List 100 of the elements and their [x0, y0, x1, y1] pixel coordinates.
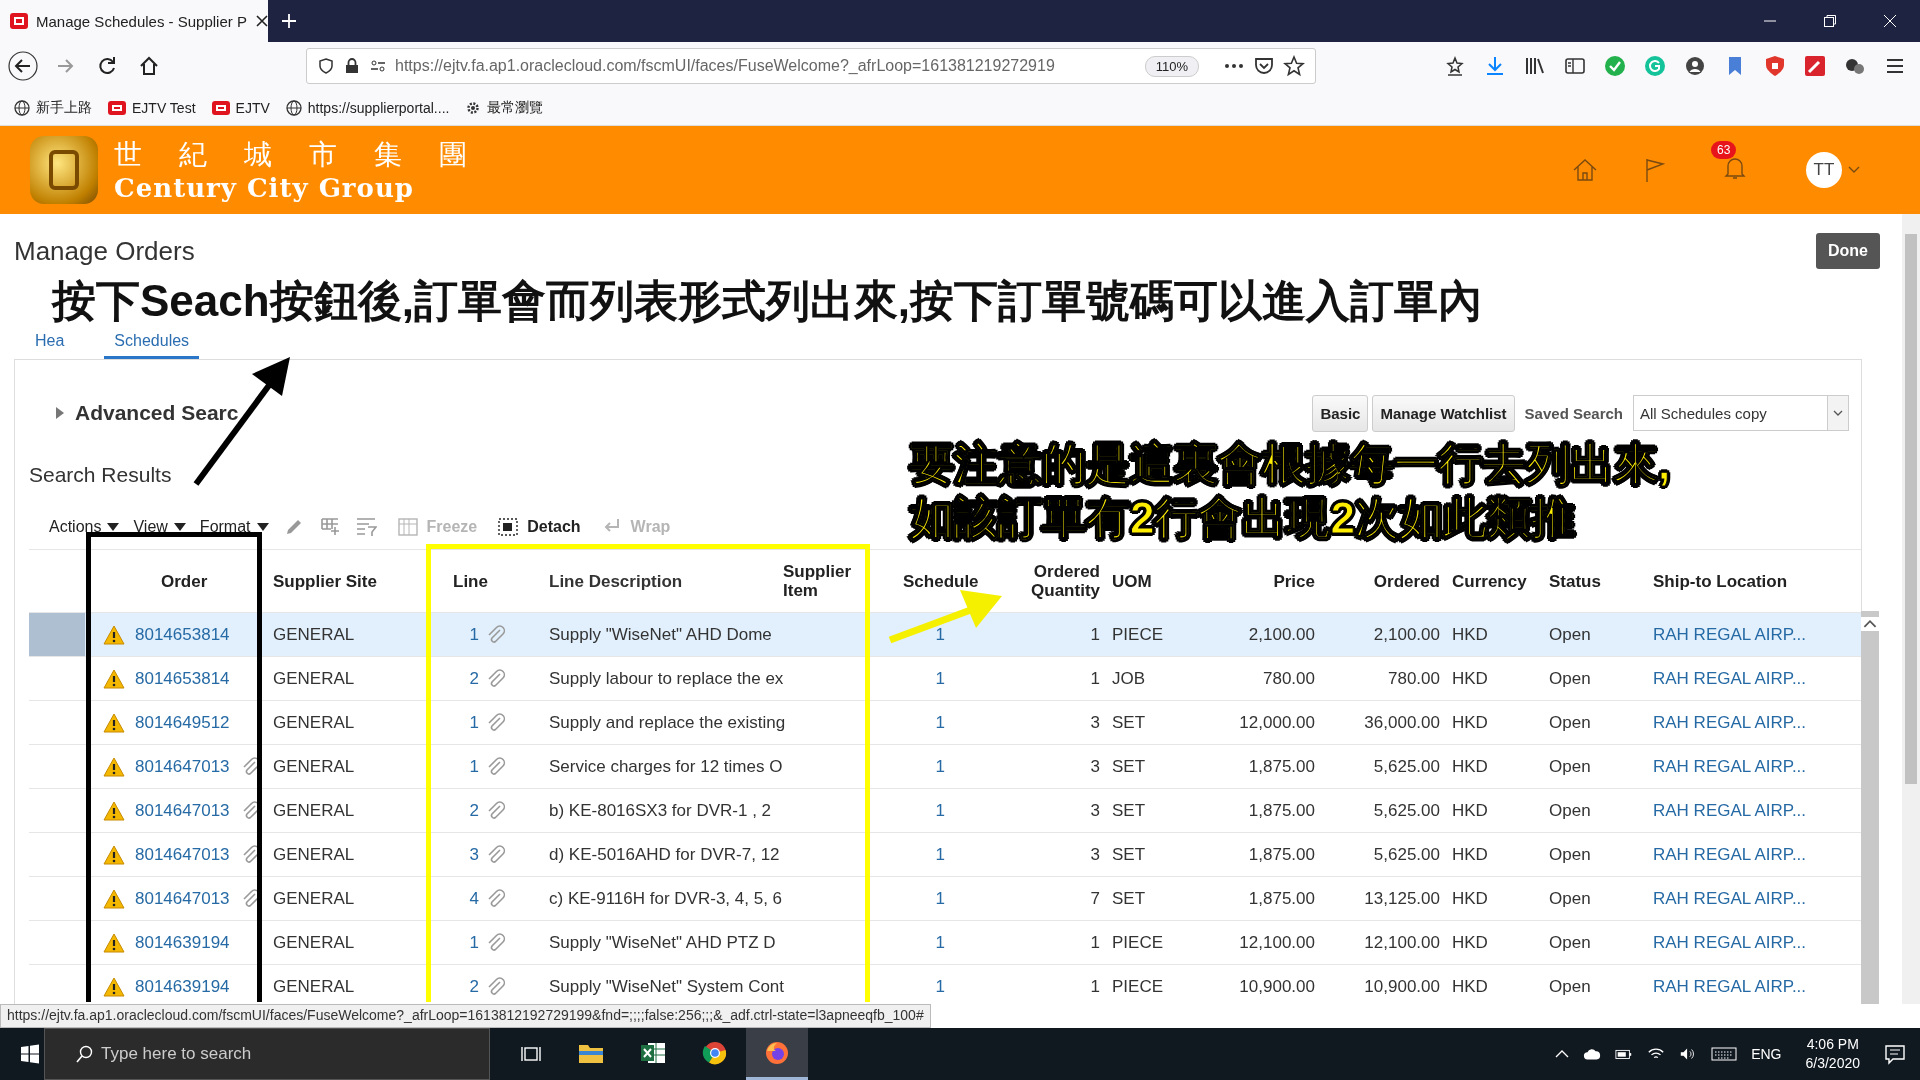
table-cell-text: HKD: [1451, 624, 1489, 645]
schedule-link[interactable]: 1: [935, 712, 945, 733]
table-cell-text: HKD: [1451, 932, 1489, 953]
line-number-link[interactable]: 1: [469, 712, 479, 733]
table-row[interactable]: 8014639194 GENERAL 1 Supply "WiseNet" AHD PTZ D 1 1 PIECE 12,100.00 12,100.00 HKD Open RAH REGAL AIRP...: [29, 921, 1861, 965]
column-header[interactable]: Schedule: [857, 571, 991, 591]
column-header[interactable]: Order: [85, 571, 263, 591]
line-number-link[interactable]: 1: [469, 932, 479, 953]
order-number-link[interactable]: 8014639194: [135, 932, 230, 953]
saved-search-label: Saved Search: [1524, 404, 1623, 422]
column-header[interactable]: UOM: [1106, 571, 1191, 591]
order-number-link[interactable]: 8014653814: [135, 624, 230, 645]
schedule-link[interactable]: 1: [935, 976, 945, 997]
table-cell-text: Open: [1548, 888, 1592, 909]
schedule-link[interactable]: 1: [935, 932, 945, 953]
ship-to-link[interactable]: RAH REGAL AIRP...: [1653, 844, 1807, 865]
order-number-link[interactable]: 8014653814: [135, 668, 230, 689]
column-header[interactable]: Supplier Site: [263, 571, 423, 591]
column-header[interactable]: Status: [1536, 571, 1641, 591]
column-header[interactable]: Line Description: [533, 571, 783, 591]
ship-to-link[interactable]: RAH REGAL AIRP...: [1653, 976, 1807, 997]
column-header[interactable]: Ordered Quantity: [991, 562, 1106, 600]
input-language[interactable]: ENG: [1751, 1046, 1782, 1062]
ship-to-link[interactable]: RAH REGAL AIRP...: [1653, 756, 1807, 777]
page-tab[interactable]: Hea: [25, 328, 75, 359]
column-header[interactable]: Ship-to Location: [1641, 571, 1833, 591]
column-header[interactable]: Price: [1191, 571, 1321, 591]
logo-chinese-text: 世 紀 城 市 集 團: [114, 137, 481, 173]
ship-to-link[interactable]: RAH REGAL AIRP...: [1653, 888, 1807, 909]
line-number-link[interactable]: 2: [469, 800, 479, 821]
table-row[interactable]: 8014647013 GENERAL 1 Service charges for 12 times O 1 3 SET 1,875.00 5,625.00 HKD Open RAH REGAL AIRP...: [29, 745, 1861, 789]
taskbar-search-field[interactable]: Type here to search: [44, 1028, 490, 1080]
bookmark-item[interactable]: https://supplierportal....: [285, 99, 450, 116]
ship-to-link[interactable]: RAH REGAL AIRP...: [1653, 800, 1807, 821]
column-header[interactable]: Ordered: [1321, 571, 1446, 591]
table-row[interactable]: 8014653814 GENERAL 1 Supply "WiseNet" AHD Dome 1 1 PIECE 2,100.00 2,100.00 HKD Open RAH REGAL AIRP...: [29, 613, 1861, 657]
ship-to-link[interactable]: RAH REGAL AIRP...: [1653, 712, 1807, 733]
order-number-link[interactable]: 8014647013: [135, 888, 230, 909]
table-cell-text: 1,875.00: [1247, 800, 1316, 821]
order-number-link[interactable]: 8014647013: [135, 756, 230, 777]
basic-button[interactable]: Basic: [1312, 394, 1369, 432]
schedule-link[interactable]: 1: [935, 844, 945, 865]
column-header[interactable]: Currency: [1446, 571, 1536, 591]
line-number-link[interactable]: 2: [469, 668, 479, 689]
toolbar-menu[interactable]: Actions: [49, 518, 120, 536]
bookmark-item[interactable]: 最常瀏覽: [465, 98, 544, 117]
table-cell-text: Supply "WiseNet" System Cont: [548, 976, 783, 997]
schedule-link[interactable]: 1: [935, 800, 945, 821]
address-bar[interactable]: https://ejtv.fa.ap1.oraclecloud.com/fscmUI/faces/FuseWelcome?_afrLoop=161381219272919 110%: [306, 48, 1316, 84]
manage-watchlist-button[interactable]: Manage Watchlist: [1372, 394, 1515, 432]
line-number-link[interactable]: 1: [469, 624, 479, 645]
line-number-link[interactable]: 3: [469, 844, 479, 865]
table-cell-text: Open: [1548, 800, 1592, 821]
toolbar-button[interactable]: Detach: [497, 516, 581, 538]
table-cell-text: GENERAL: [272, 932, 356, 953]
table-cell-text: PIECE: [1111, 976, 1165, 997]
clock-date[interactable]: 6/3/2020: [1805, 1054, 1860, 1073]
page-tab[interactable]: Schedules: [104, 328, 200, 359]
order-number-link[interactable]: 8014647013: [135, 800, 230, 821]
table-cell-text: 36,000.00: [1363, 712, 1441, 733]
toolbar-menu[interactable]: Format: [199, 518, 269, 536]
table-cell-text: Open: [1548, 624, 1592, 645]
table-row[interactable]: 8014647013 GENERAL 2 b) KE-8016SX3 for DVR-1 , 2 1 3 SET 1,875.00 5,625.00 HKD Open RAH REGAL AIRP...: [29, 789, 1861, 833]
zoom-level[interactable]: 110%: [1144, 55, 1199, 77]
toolbar-menu[interactable]: View: [133, 518, 186, 536]
line-number-link[interactable]: 4: [469, 888, 479, 909]
table-row[interactable]: 8014647013 GENERAL 4 c) KE-9116H for DVR-3, 4, 5, 6 1 7 SET 1,875.00 13,125.00 HKD Open RAH REGAL AIRP...: [29, 877, 1861, 921]
done-button[interactable]: Done: [1816, 233, 1880, 269]
line-number-link[interactable]: 1: [469, 756, 479, 777]
order-number-link[interactable]: 8014647013: [135, 844, 230, 865]
column-header[interactable]: Line: [423, 571, 533, 591]
table-cell-text: HKD: [1451, 888, 1489, 909]
table-cell-text: Supply "WiseNet" AHD PTZ D: [548, 932, 777, 953]
table-cell-text: JOB: [1111, 668, 1147, 689]
clock-time[interactable]: 4:06 PM: [1806, 1035, 1859, 1054]
schedule-link[interactable]: 1: [935, 668, 945, 689]
schedule-link[interactable]: 1: [935, 756, 945, 777]
table-cell-text: 1,875.00: [1247, 888, 1316, 909]
table-row[interactable]: 8014653814 GENERAL 2 Supply labour to replace the ex 1 1 JOB 780.00 780.00 HKD Open RAH REGAL AIRP...: [29, 657, 1861, 701]
line-number-link[interactable]: 2: [469, 976, 479, 997]
table-row[interactable]: 8014647013 GENERAL 3 d) KE-5016AHD for DVR-7, 12 1 3 SET 1,875.00 5,625.00 HKD Open RAH REGAL AIRP...: [29, 833, 1861, 877]
table-cell-text: PIECE: [1111, 932, 1165, 953]
table-row[interactable]: 8014649512 GENERAL 1 Supply and replace the existing 1 3 SET 12,000.00 36,000.00 HKD Open RAH REGAL AIRP...: [29, 701, 1861, 745]
table-cell-text: Open: [1548, 712, 1592, 733]
bookmark-item[interactable]: 新手上路: [14, 98, 92, 117]
order-number-link[interactable]: 8014649512: [135, 712, 230, 733]
table-cell-text: HKD: [1451, 844, 1489, 865]
browser-tab[interactable]: Manage Schedules - Supplier P: [0, 0, 268, 42]
saved-search-select[interactable]: All Schedules copy: [1633, 395, 1849, 431]
advanced-search-heading[interactable]: Advanced Searc: [75, 401, 239, 425]
user-avatar[interactable]: TT: [1806, 152, 1842, 188]
order-number-link[interactable]: 8014639194: [135, 976, 230, 997]
bookmark-item[interactable]: EJTV Test: [108, 99, 196, 116]
ship-to-link[interactable]: RAH REGAL AIRP...: [1653, 932, 1807, 953]
ship-to-link[interactable]: RAH REGAL AIRP...: [1653, 624, 1807, 645]
bookmark-item[interactable]: EJTV: [211, 99, 270, 116]
ship-to-link[interactable]: RAH REGAL AIRP...: [1653, 668, 1807, 689]
schedule-link[interactable]: 1: [935, 888, 945, 909]
column-header[interactable]: Supplier Item: [783, 562, 857, 600]
schedule-link[interactable]: 1: [935, 624, 945, 645]
